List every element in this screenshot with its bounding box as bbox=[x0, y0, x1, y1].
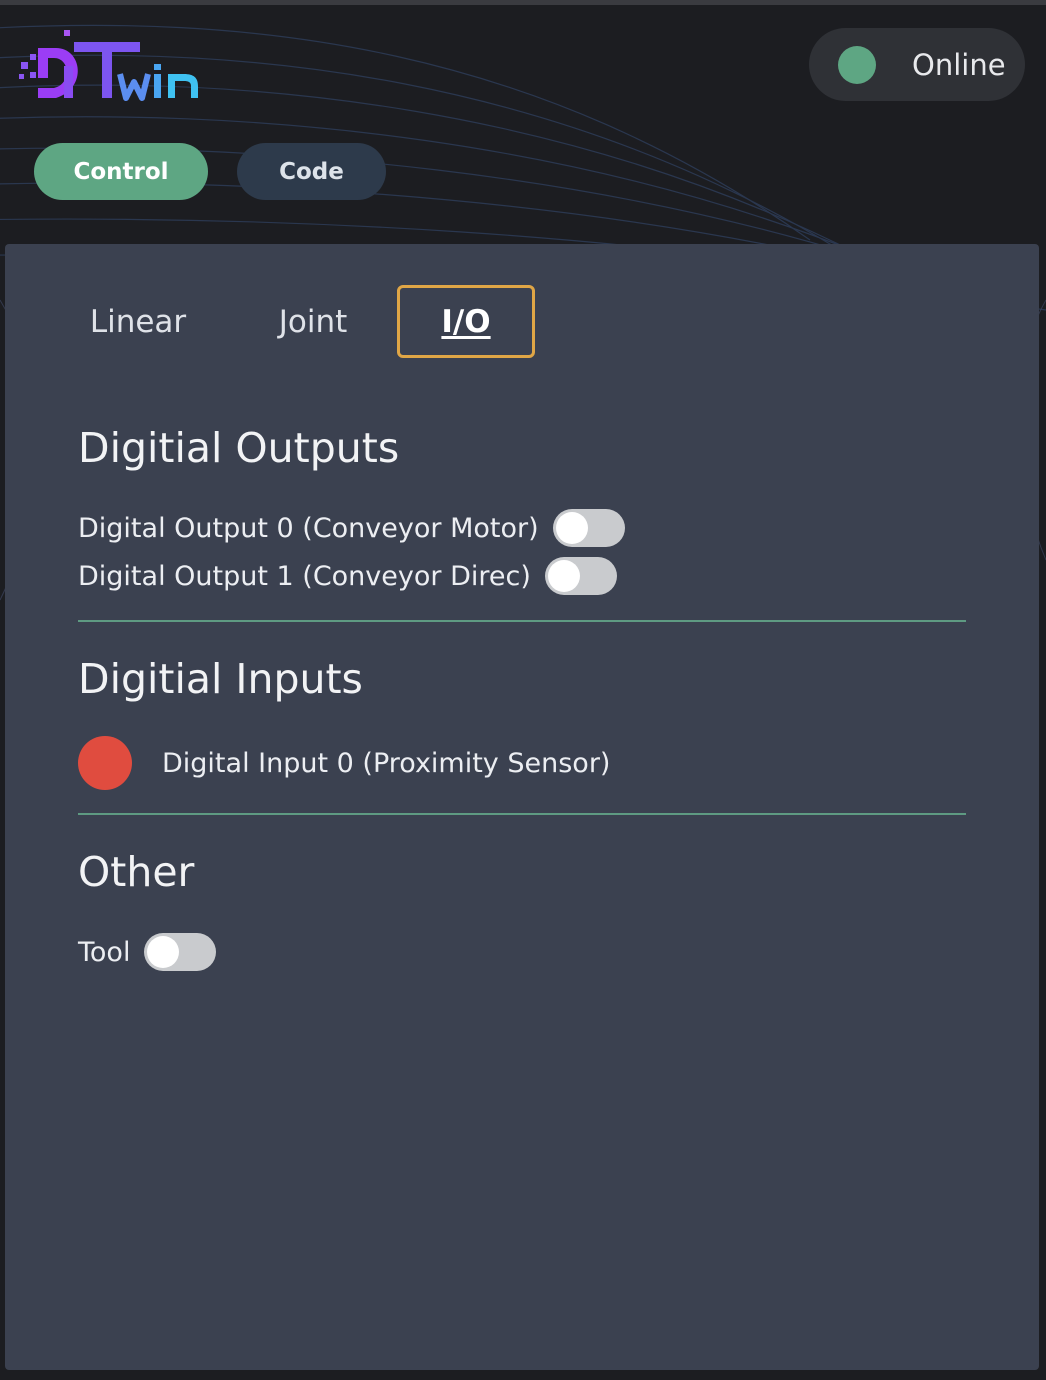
digital-input-0-row: Digital Input 0 (Proximity Sensor) bbox=[78, 736, 610, 790]
digital-output-0-toggle[interactable] bbox=[552, 509, 625, 547]
section-divider bbox=[78, 813, 966, 815]
digital-output-0-row: Digital Output 0 (Conveyor Motor) bbox=[78, 508, 625, 548]
toggle-knob bbox=[555, 512, 588, 544]
tool-row: Tool bbox=[78, 932, 217, 972]
tool-label: Tool bbox=[78, 936, 131, 968]
tab-joint[interactable]: Joint bbox=[253, 285, 373, 358]
app-window: Online Control Code Linear Joint I/O Dig… bbox=[0, 0, 1046, 1380]
digital-inputs-heading: Digitial Inputs bbox=[78, 655, 363, 703]
digital-output-0-label: Digital Output 0 (Conveyor Motor) bbox=[78, 512, 539, 544]
digital-outputs-heading: Digitial Outputs bbox=[78, 424, 400, 472]
digital-output-1-toggle[interactable] bbox=[544, 557, 617, 595]
toggle-knob bbox=[547, 560, 580, 592]
toggle-knob bbox=[147, 936, 180, 968]
ditwin-logo bbox=[19, 30, 198, 101]
status-label: Online bbox=[912, 47, 1006, 82]
connection-status: Online bbox=[809, 28, 1025, 101]
input-state-indicator-icon bbox=[78, 736, 132, 790]
status-indicator-icon bbox=[838, 45, 876, 84]
other-heading: Other bbox=[78, 848, 195, 896]
tab-linear[interactable]: Linear bbox=[68, 285, 208, 358]
io-panel: Linear Joint I/O Digitial Outputs Digita… bbox=[5, 244, 1039, 1370]
tool-toggle[interactable] bbox=[144, 933, 217, 971]
tab-io[interactable]: I/O bbox=[397, 285, 535, 358]
code-mode-button[interactable]: Code bbox=[237, 143, 386, 200]
digital-output-1-label: Digital Output 1 (Conveyor Direc) bbox=[78, 560, 531, 592]
section-divider bbox=[78, 620, 966, 622]
digital-input-0-label: Digital Input 0 (Proximity Sensor) bbox=[162, 747, 611, 779]
control-mode-button[interactable]: Control bbox=[34, 143, 208, 200]
digital-output-1-row: Digital Output 1 (Conveyor Direc) bbox=[78, 556, 617, 596]
